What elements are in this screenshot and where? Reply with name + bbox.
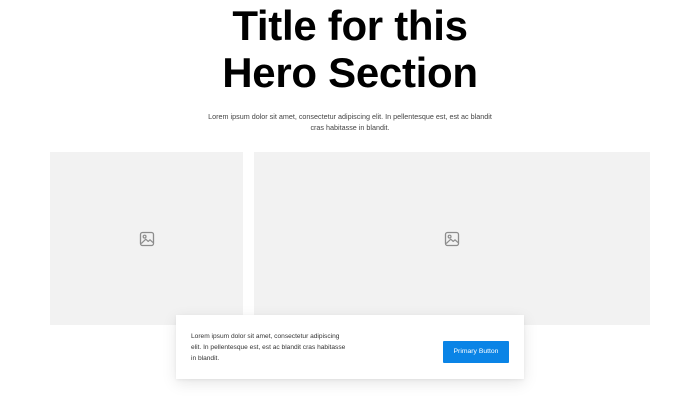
image-icon <box>444 231 460 246</box>
hero-title-line-2: Hero Section <box>222 49 478 96</box>
image-placeholder-left <box>50 152 243 325</box>
hero-title: Title for this Hero Section <box>0 2 700 96</box>
cta-card: Lorem ipsum dolor sit amet, consectetur … <box>176 315 524 379</box>
image-icon <box>139 231 154 246</box>
hero-title-line-1: Title for this <box>232 2 468 49</box>
hero-subtitle: Lorem ipsum dolor sit amet, consectetur … <box>208 112 492 132</box>
primary-button[interactable]: Primary Button <box>443 341 509 363</box>
cta-text: Lorem ipsum dolor sit amet, consectetur … <box>191 333 346 362</box>
image-placeholder-right <box>254 152 650 325</box>
hero-page: Title for this Hero Section Lorem ipsum … <box>0 0 700 410</box>
